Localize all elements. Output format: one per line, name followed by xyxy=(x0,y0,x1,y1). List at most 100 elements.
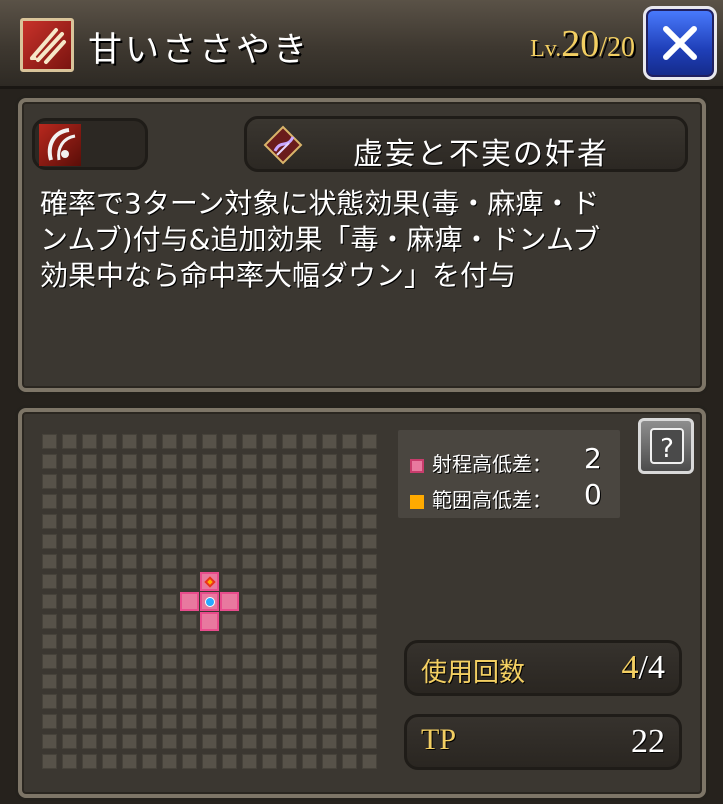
grid-cell xyxy=(102,614,117,629)
grid-cell xyxy=(342,754,357,769)
grid-cell xyxy=(202,734,217,749)
grid-cell xyxy=(342,554,357,569)
grid-cell xyxy=(102,494,117,509)
grid-cell xyxy=(62,754,77,769)
range-cell xyxy=(220,592,239,611)
grid-cell xyxy=(302,534,317,549)
grid-cell xyxy=(162,714,177,729)
grid-cell xyxy=(162,734,177,749)
grid-cell xyxy=(42,574,57,589)
grid-cell xyxy=(162,574,177,589)
legend-area-value: 0 xyxy=(584,478,602,511)
grid-cell xyxy=(182,714,197,729)
grid-cell xyxy=(222,494,237,509)
grid-cell xyxy=(42,694,57,709)
grid-cell xyxy=(282,614,297,629)
grid-cell xyxy=(362,574,377,589)
grid-cell xyxy=(102,654,117,669)
grid-cell xyxy=(222,534,237,549)
grid-cell xyxy=(202,454,217,469)
grid-cell xyxy=(82,674,97,689)
grid-cell xyxy=(182,734,197,749)
grid-cell xyxy=(342,674,357,689)
grid-cell xyxy=(82,634,97,649)
grid-cell xyxy=(282,694,297,709)
grid-cell xyxy=(202,474,217,489)
grid-cell xyxy=(242,594,257,609)
grid-cell xyxy=(262,614,277,629)
grid-cell xyxy=(122,474,137,489)
grid-cell xyxy=(122,454,137,469)
grid-cell xyxy=(102,594,117,609)
grid-cell xyxy=(222,674,237,689)
grid-cell xyxy=(42,454,57,469)
grid-cell xyxy=(342,474,357,489)
grid-cell xyxy=(122,694,137,709)
description-line: ンムブ)付与&追加効果「毒・麻痺・ドンムブ xyxy=(40,223,601,256)
grid-cell xyxy=(242,754,257,769)
grid-cell xyxy=(282,674,297,689)
grid-cell xyxy=(82,714,97,729)
grid-cell xyxy=(322,494,337,509)
grid-cell xyxy=(142,614,157,629)
grid-cell xyxy=(162,594,177,609)
grid-cell xyxy=(202,534,217,549)
status-effect-box: 虚妄と不実の奸者 xyxy=(244,116,688,172)
grid-cell xyxy=(262,574,277,589)
grid-cell xyxy=(342,494,357,509)
grid-cell xyxy=(82,554,97,569)
grid-cell xyxy=(202,494,217,509)
element-slot xyxy=(32,118,148,170)
grid-cell xyxy=(242,434,257,449)
grid-cell xyxy=(62,694,77,709)
legend-area-label: 範囲高低差： xyxy=(432,488,552,512)
grid-cell xyxy=(62,474,77,489)
grid-cell xyxy=(362,754,377,769)
help-button[interactable]: ? xyxy=(638,418,694,474)
grid-cell xyxy=(102,734,117,749)
grid-cell xyxy=(322,574,337,589)
close-button[interactable] xyxy=(643,6,717,80)
grid-cell xyxy=(162,454,177,469)
grid-cell xyxy=(42,534,57,549)
grid-cell xyxy=(82,534,97,549)
grid-cell xyxy=(242,634,257,649)
grid-cell xyxy=(162,494,177,509)
skill-name: 甘いささやき xyxy=(88,30,310,70)
grid-cell xyxy=(122,714,137,729)
grid-cell xyxy=(202,434,217,449)
tp-value: 22 xyxy=(631,723,665,760)
grid-cell xyxy=(42,714,57,729)
legend-range-label: 射程高低差： xyxy=(432,452,552,476)
tp-label: TP xyxy=(421,723,457,756)
grid-cell xyxy=(182,534,197,549)
grid-cell xyxy=(142,494,157,509)
grid-cell xyxy=(62,654,77,669)
uses-label: 使用回数 xyxy=(421,658,526,688)
grid-cell xyxy=(102,534,117,549)
grid-cell xyxy=(222,734,237,749)
grid-cell xyxy=(362,434,377,449)
grid-cell xyxy=(342,534,357,549)
uses-current: 4 xyxy=(621,649,639,686)
grid-cell xyxy=(62,574,77,589)
grid-cell xyxy=(42,654,57,669)
grid-cell xyxy=(202,674,217,689)
grid-cell xyxy=(242,734,257,749)
range-cell xyxy=(180,592,199,611)
grid-cell xyxy=(62,594,77,609)
grid-cell xyxy=(282,634,297,649)
grid-cell xyxy=(82,574,97,589)
grid-cell xyxy=(162,554,177,569)
grid-cell xyxy=(182,434,197,449)
grid-cell xyxy=(182,474,197,489)
grid-cell xyxy=(262,434,277,449)
grid-cell xyxy=(82,434,97,449)
grid-cell xyxy=(62,514,77,529)
level-max: /20 xyxy=(599,32,635,63)
description-line: 効果中なら命中率大幅ダウン」を付与 xyxy=(40,259,517,292)
grid-cell xyxy=(142,654,157,669)
grid-cell xyxy=(302,694,317,709)
grid-cell xyxy=(322,454,337,469)
grid-cell xyxy=(322,714,337,729)
